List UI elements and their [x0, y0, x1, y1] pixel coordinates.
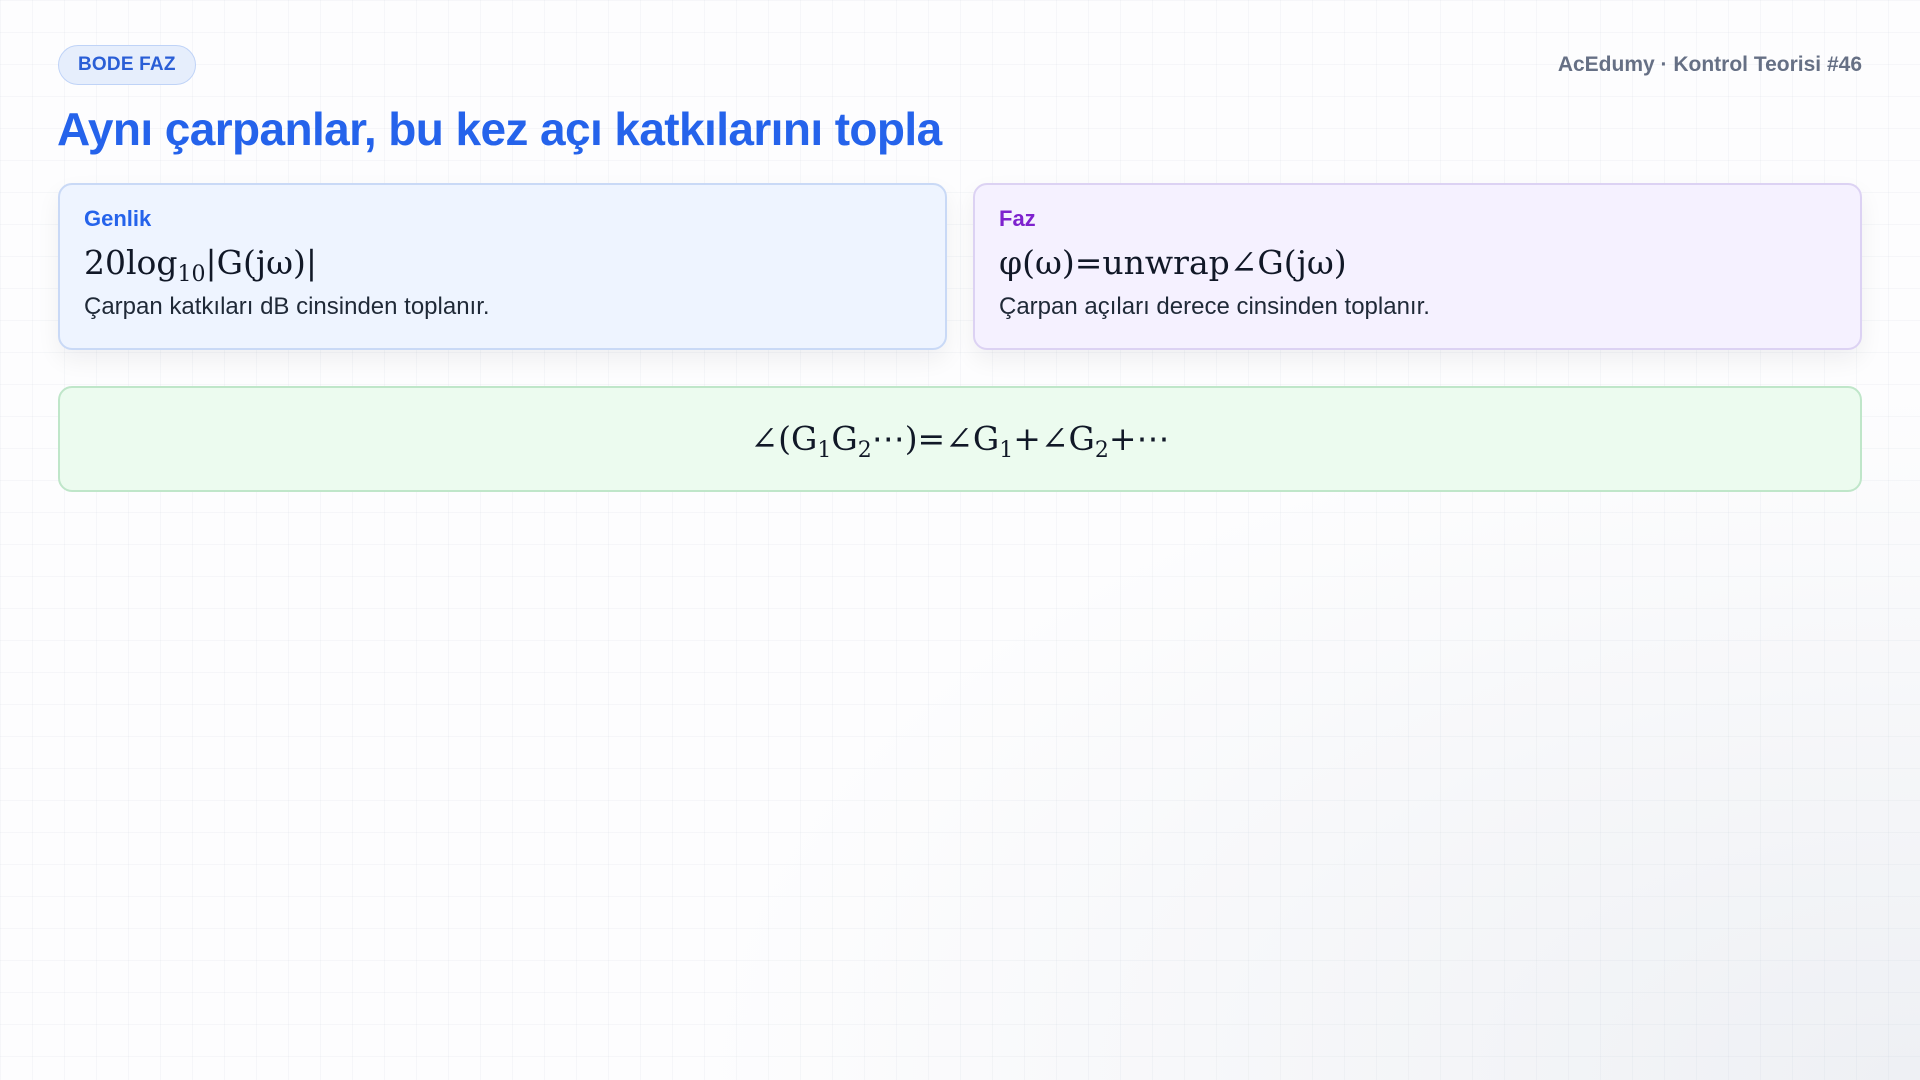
magnitude-card: Genlik 20log10|G(jω)| Çarpan katkıları d… [58, 183, 947, 350]
series-brand: AcEdumy · Kontrol Teorisi #46 [1557, 53, 1862, 76]
magnitude-formula-subscript: 10 [177, 262, 206, 287]
sum-formula-subscript: 1 [817, 438, 832, 463]
sum-formula-subscript: 2 [857, 438, 872, 463]
magnitude-formula-prefix: 20log [84, 243, 178, 282]
sum-formula-part: G [831, 419, 858, 458]
sum-formula-part: ⋯)=∠G [871, 419, 1000, 458]
phase-card-description: Çarpan açıları derece cinsinden toplanır… [999, 293, 1430, 320]
magnitude-card-label: Genlik [84, 206, 152, 231]
sum-formula-subscript: 2 [1094, 438, 1109, 463]
phase-formula: φ(ω)=unwrap∠G(jω) [999, 243, 1347, 282]
phase-sum-rule-box: ∠(G1G2⋯)=∠G1+∠G2+⋯ [58, 386, 1862, 492]
sum-formula-part: +⋯ [1108, 419, 1170, 458]
phase-card: Faz φ(ω)=unwrap∠G(jω) Çarpan açıları der… [973, 183, 1862, 350]
topic-badge: BODE FAZ [58, 45, 196, 85]
phase-card-label: Faz [999, 206, 1036, 231]
magnitude-card-description: Çarpan katkıları dB cinsinden toplanır. [84, 293, 490, 320]
magnitude-formula-suffix: |G(jω)| [205, 243, 318, 282]
page-title: Aynı çarpanlar, bu kez açı katkılarını t… [57, 103, 942, 155]
sum-formula-part: +∠G [1013, 419, 1095, 458]
magnitude-formula: 20log10|G(jω)| [84, 241, 921, 287]
sum-formula-subscript: 1 [999, 438, 1014, 463]
phase-sum-formula: ∠(G1G2⋯)=∠G1+∠G2+⋯ [750, 417, 1170, 463]
sum-formula-part: ∠(G [750, 419, 818, 458]
